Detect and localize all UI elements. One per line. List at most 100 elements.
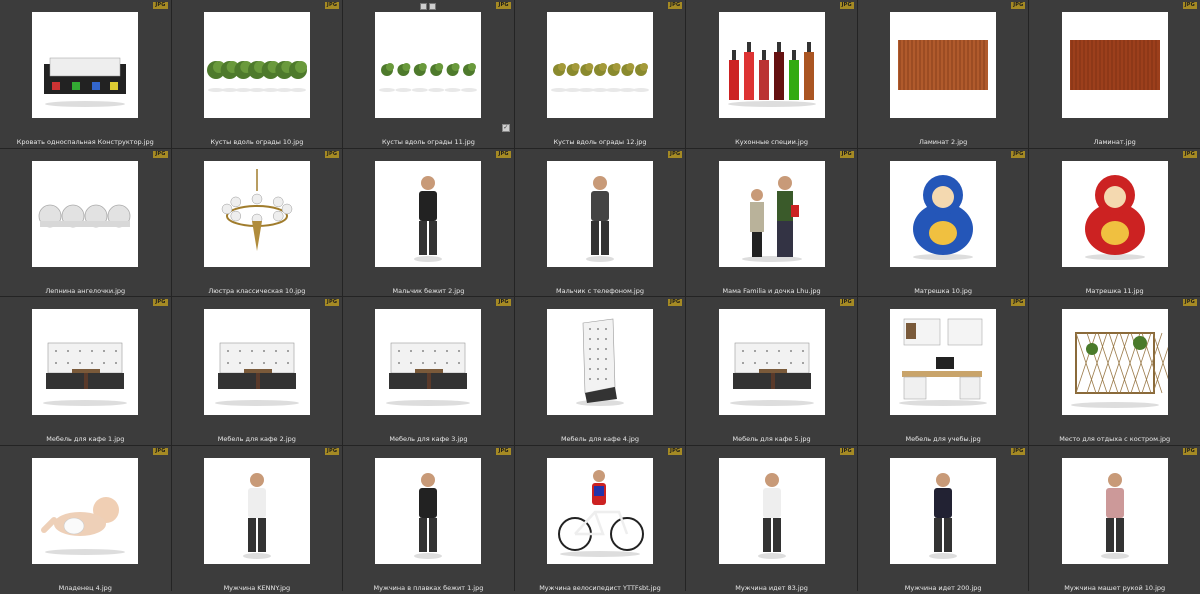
thumbnail-image[interactable]: [1061, 309, 1168, 415]
thumbnail-item[interactable]: JPG ✓ Кусты вдоль ограды 11.jpg: [343, 0, 514, 148]
file-type-badge: JPG: [496, 299, 511, 306]
thumbnail-image[interactable]: [546, 161, 653, 267]
file-type-badge: JPG: [668, 299, 683, 306]
laminate-icon: [898, 40, 989, 90]
thumbnail-image[interactable]: [1061, 12, 1168, 118]
file-type-badge: JPG: [324, 2, 340, 9]
thumbnail-item[interactable]: JPG Мальчик с телефоном.jpg: [514, 149, 686, 296]
thumbnail-image[interactable]: [718, 12, 825, 118]
file-type-badge: JPG: [153, 2, 168, 9]
thumbnail-item[interactable]: JPG Мебель для учебы.jpg: [857, 297, 1029, 445]
thumbnail-item[interactable]: JPG Младенец 4.jpg: [0, 446, 171, 594]
select-square-icon[interactable]: [420, 3, 428, 10]
thumbnail-image[interactable]: [375, 12, 482, 118]
thumbnail-item[interactable]: JPG Мебель для кафе 3.jpg: [343, 297, 514, 445]
thumbnail-item[interactable]: JPG Мужчина в плавках бежит 1.jpg: [343, 446, 514, 594]
sofa-icon: [386, 342, 471, 406]
file-type-badge: JPG: [1182, 299, 1197, 306]
file-type-badge: JPG: [668, 448, 683, 455]
file-type-badge: JPG: [1182, 151, 1197, 158]
thumbnail-image[interactable]: [32, 458, 139, 564]
thumbnail-image[interactable]: [546, 458, 653, 564]
thumbnail-item[interactable]: JPG Мебель для кафе 4.jpg: [514, 297, 686, 445]
file-type-badge: JPG: [1182, 2, 1197, 9]
thumbnail-item[interactable]: JPG Мальчик бежит 2.jpg: [343, 149, 514, 296]
file-name-label: Матрешка 10.jpg: [914, 287, 973, 295]
file-name-label: Мальчик бежит 2.jpg: [392, 287, 465, 295]
file-type-badge: JPG: [496, 151, 511, 158]
thumbnail-image[interactable]: [890, 458, 997, 564]
thumbnail-image[interactable]: [890, 309, 997, 415]
cyclist-icon: [557, 470, 644, 557]
file-name-label: Кухонные специи.jpg: [735, 138, 808, 146]
person-icon: [414, 176, 443, 262]
thumbnail-image[interactable]: [1061, 161, 1168, 267]
hover-toolbar: [420, 3, 437, 10]
thumbnail-image[interactable]: [375, 458, 482, 564]
thumbnail-image[interactable]: [546, 12, 653, 118]
thumbnail-item[interactable]: JPG Лепнина ангелочки.jpg: [0, 149, 171, 296]
file-type-badge: JPG: [496, 2, 511, 9]
thumbnail-image[interactable]: [203, 309, 310, 415]
thumbnail-item[interactable]: JPG Мужчина велосипедист YTTFsbt.jpg: [514, 446, 686, 594]
thumbnail-grid: JPG Кровать односпальная Конструктор.jpg J…: [0, 0, 1200, 594]
thumbnail-item[interactable]: JPG Ламинат.jpg: [1029, 0, 1200, 148]
thumbnail-image[interactable]: [203, 161, 310, 267]
select-checkbox[interactable]: ✓: [501, 124, 510, 132]
thumbnail-image[interactable]: [375, 161, 482, 267]
thumbnail-image[interactable]: [890, 161, 997, 267]
thumbnail-item[interactable]: JPG Матрешка 10.jpg: [857, 149, 1029, 296]
person-icon: [1100, 473, 1129, 559]
thumbnail-item[interactable]: JPG Мебель для кафе 5.jpg: [686, 297, 857, 445]
thumbnail-image[interactable]: [32, 161, 139, 267]
file-name-label: Матрешка 11.jpg: [1085, 287, 1144, 295]
file-name-label: Кровать односпальная Конструктор.jpg: [16, 138, 154, 146]
thumbnail-image[interactable]: [203, 12, 310, 118]
thumbnail-image[interactable]: [718, 309, 825, 415]
file-name-label: Мебель для кафе 2.jpg: [217, 435, 296, 443]
bushes-icon: [550, 63, 649, 92]
thumbnail-item[interactable]: JPG Кровать односпальная Конструктор.jpg: [0, 0, 171, 148]
edit-pencil-icon[interactable]: [429, 3, 437, 10]
bushes-icon: [206, 61, 307, 92]
file-type-badge: JPG: [1011, 151, 1026, 158]
thumbnail-image[interactable]: [32, 12, 139, 118]
person-icon: [929, 473, 958, 559]
thumbnail-item[interactable]: JPG Мебель для кафе 2.jpg: [171, 297, 343, 445]
thumbnail-item[interactable]: JPG Мама Familia и дочка Lhu.jpg: [686, 149, 857, 296]
thumbnail-item[interactable]: JPG Мебель для кафе 1.jpg: [0, 297, 171, 445]
thumbnail-item[interactable]: JPG Место для отдыха с костром.jpg: [1029, 297, 1200, 445]
thumbnail-image[interactable]: [203, 458, 310, 564]
file-type-badge: JPG: [839, 299, 854, 306]
thumbnail-item[interactable]: JPG Мужчина идет 83.jpg: [686, 446, 857, 594]
file-name-label: Люстра классическая 10.jpg: [208, 287, 306, 295]
thumbnail-item[interactable]: JPG Мужчина идет 200.jpg: [857, 446, 1029, 594]
file-type-badge: JPG: [1011, 448, 1026, 455]
thumbnail-item[interactable]: JPG Кусты вдоль ограды 10.jpg: [171, 0, 343, 148]
file-name-label: Кусты вдоль ограды 10.jpg: [210, 138, 304, 146]
file-name-label: Мебель для кафе 3.jpg: [389, 435, 468, 443]
file-type-badge: JPG: [668, 151, 683, 158]
thumbnail-image[interactable]: [718, 161, 825, 267]
thumbnail-image[interactable]: [718, 458, 825, 564]
person-icon: [242, 473, 271, 559]
thumbnail-image[interactable]: [32, 309, 139, 415]
thumbnail-image[interactable]: [890, 12, 997, 118]
file-type-badge: JPG: [668, 2, 683, 9]
thumbnail-item[interactable]: JPG Кухонные специи.jpg: [686, 0, 857, 148]
thumbnail-image[interactable]: [1061, 458, 1168, 564]
thumbnail-item[interactable]: JPG Матрешка 11.jpg: [1029, 149, 1200, 296]
person-icon: [585, 176, 614, 262]
file-type-badge: JPG: [324, 448, 340, 455]
thumbnail-image[interactable]: [375, 309, 482, 415]
file-name-label: Мама Familia и дочка Lhu.jpg: [722, 287, 821, 295]
thumbnail-item[interactable]: JPG Люстра классическая 10.jpg: [171, 149, 343, 296]
thumbnail-item[interactable]: JPG Кусты вдоль ограды 12.jpg: [514, 0, 686, 148]
sofa-icon: [214, 342, 299, 406]
chandelier-icon: [221, 169, 293, 251]
thumbnail-item[interactable]: JPG Ламинат 2.jpg: [857, 0, 1029, 148]
stucco-icon: [38, 204, 131, 228]
thumbnail-item[interactable]: JPG Мужчина KENNY.jpg: [171, 446, 343, 594]
thumbnail-image[interactable]: [546, 309, 653, 415]
thumbnail-item[interactable]: JPG Мужчина машет рукой 10.jpg: [1029, 446, 1200, 594]
